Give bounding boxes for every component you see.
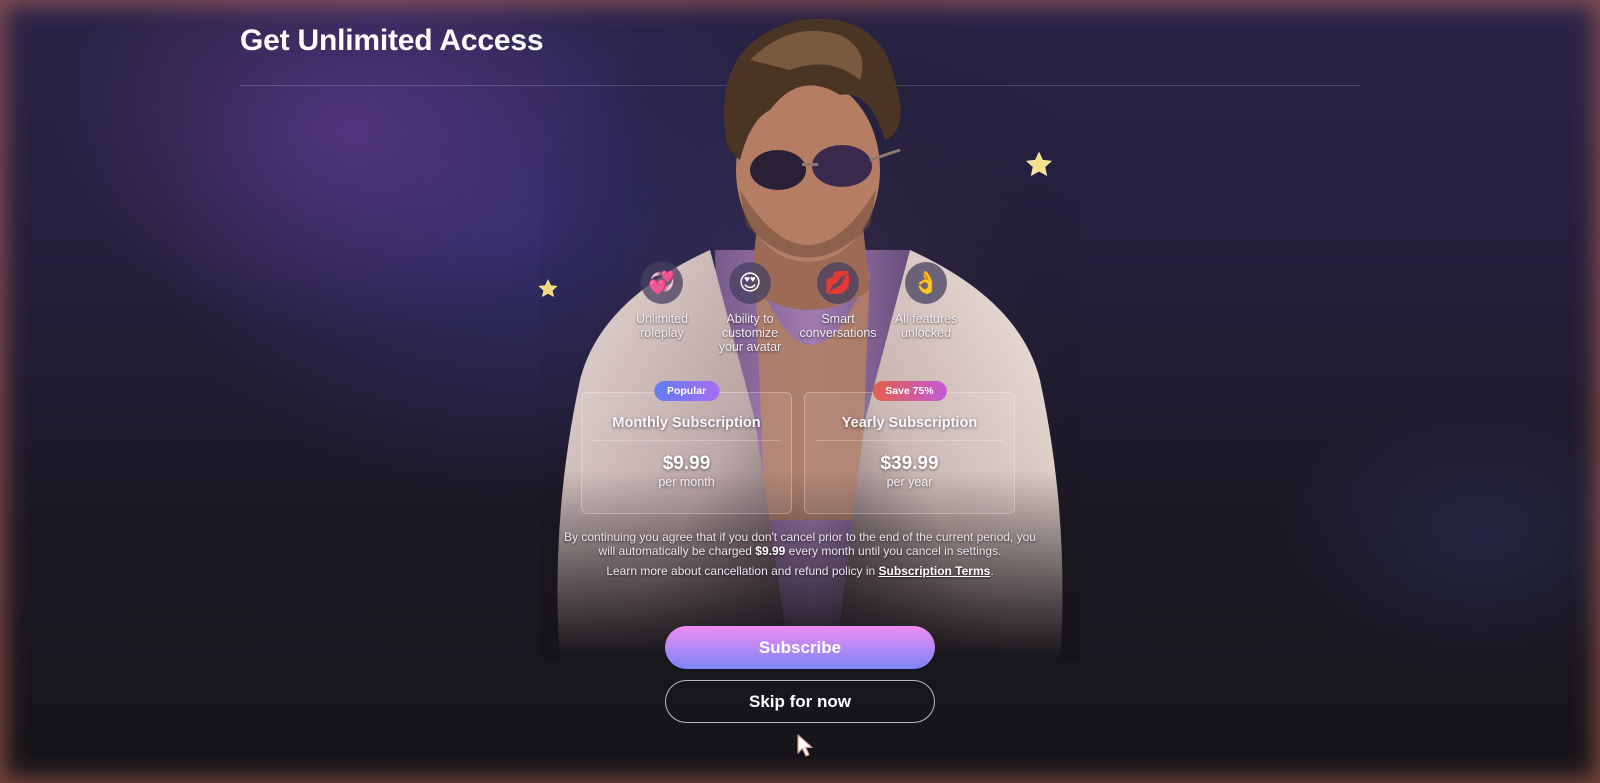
- feature-item: 💞 Unlimited roleplay: [622, 262, 702, 354]
- star-icon: [1024, 150, 1054, 180]
- ok-hand-icon: 👌: [905, 262, 947, 304]
- mouse-cursor-icon: [797, 734, 815, 763]
- plan-divider: [592, 440, 781, 441]
- monthly-plan-card[interactable]: Popular Monthly Subscription $9.99 per m…: [581, 381, 792, 514]
- policy-note: Learn more about cancellation and refund…: [556, 564, 1044, 578]
- heart-icon: 💞: [641, 262, 683, 304]
- feature-item: 😍 Ability to customize your avatar: [710, 262, 790, 354]
- billing-disclaimer: By continuing you agree that if you don'…: [556, 530, 1044, 558]
- disclaimer-text: every month until you cancel in settings…: [785, 544, 1002, 558]
- feature-label: Ability to customize your avatar: [718, 312, 782, 354]
- skip-button[interactable]: Skip for now: [665, 680, 935, 723]
- feature-list: 💞 Unlimited roleplay 😍 Ability to custom…: [622, 262, 966, 354]
- subscription-terms-link[interactable]: Subscription Terms: [879, 564, 991, 578]
- plan-name: Monthly Subscription: [612, 415, 761, 431]
- plan-period: per year: [886, 475, 933, 489]
- plan-divider: [815, 440, 1004, 441]
- feature-item: 👌 All features unlocked: [886, 262, 966, 354]
- heart-eyes-icon: 😍: [729, 262, 771, 304]
- save-badge: Save 75%: [872, 381, 947, 401]
- plan-name: Yearly Subscription: [841, 415, 978, 431]
- feature-label: Unlimited roleplay: [635, 312, 689, 340]
- star-icon: [537, 278, 559, 300]
- page-title: Get Unlimited Access: [240, 24, 544, 57]
- lips-icon: 💋: [817, 262, 859, 304]
- feature-label: Smart conversations: [799, 312, 877, 340]
- plan-price: $39.99: [880, 453, 939, 474]
- plan-period: per month: [658, 475, 715, 489]
- feature-item: 💋 Smart conversations: [798, 262, 878, 354]
- subscribe-button[interactable]: Subscribe: [665, 626, 935, 669]
- plan-price: $9.99: [662, 453, 711, 474]
- charge-amount: $9.99: [755, 544, 786, 558]
- policy-text: Learn more about cancellation and refund…: [606, 564, 879, 578]
- plan-options: Popular Monthly Subscription $9.99 per m…: [581, 381, 1015, 514]
- feature-label: All features unlocked: [894, 312, 958, 340]
- popular-badge: Popular: [653, 381, 720, 401]
- yearly-plan-card[interactable]: Save 75% Yearly Subscription $39.99 per …: [804, 381, 1015, 514]
- policy-text: .: [990, 564, 994, 578]
